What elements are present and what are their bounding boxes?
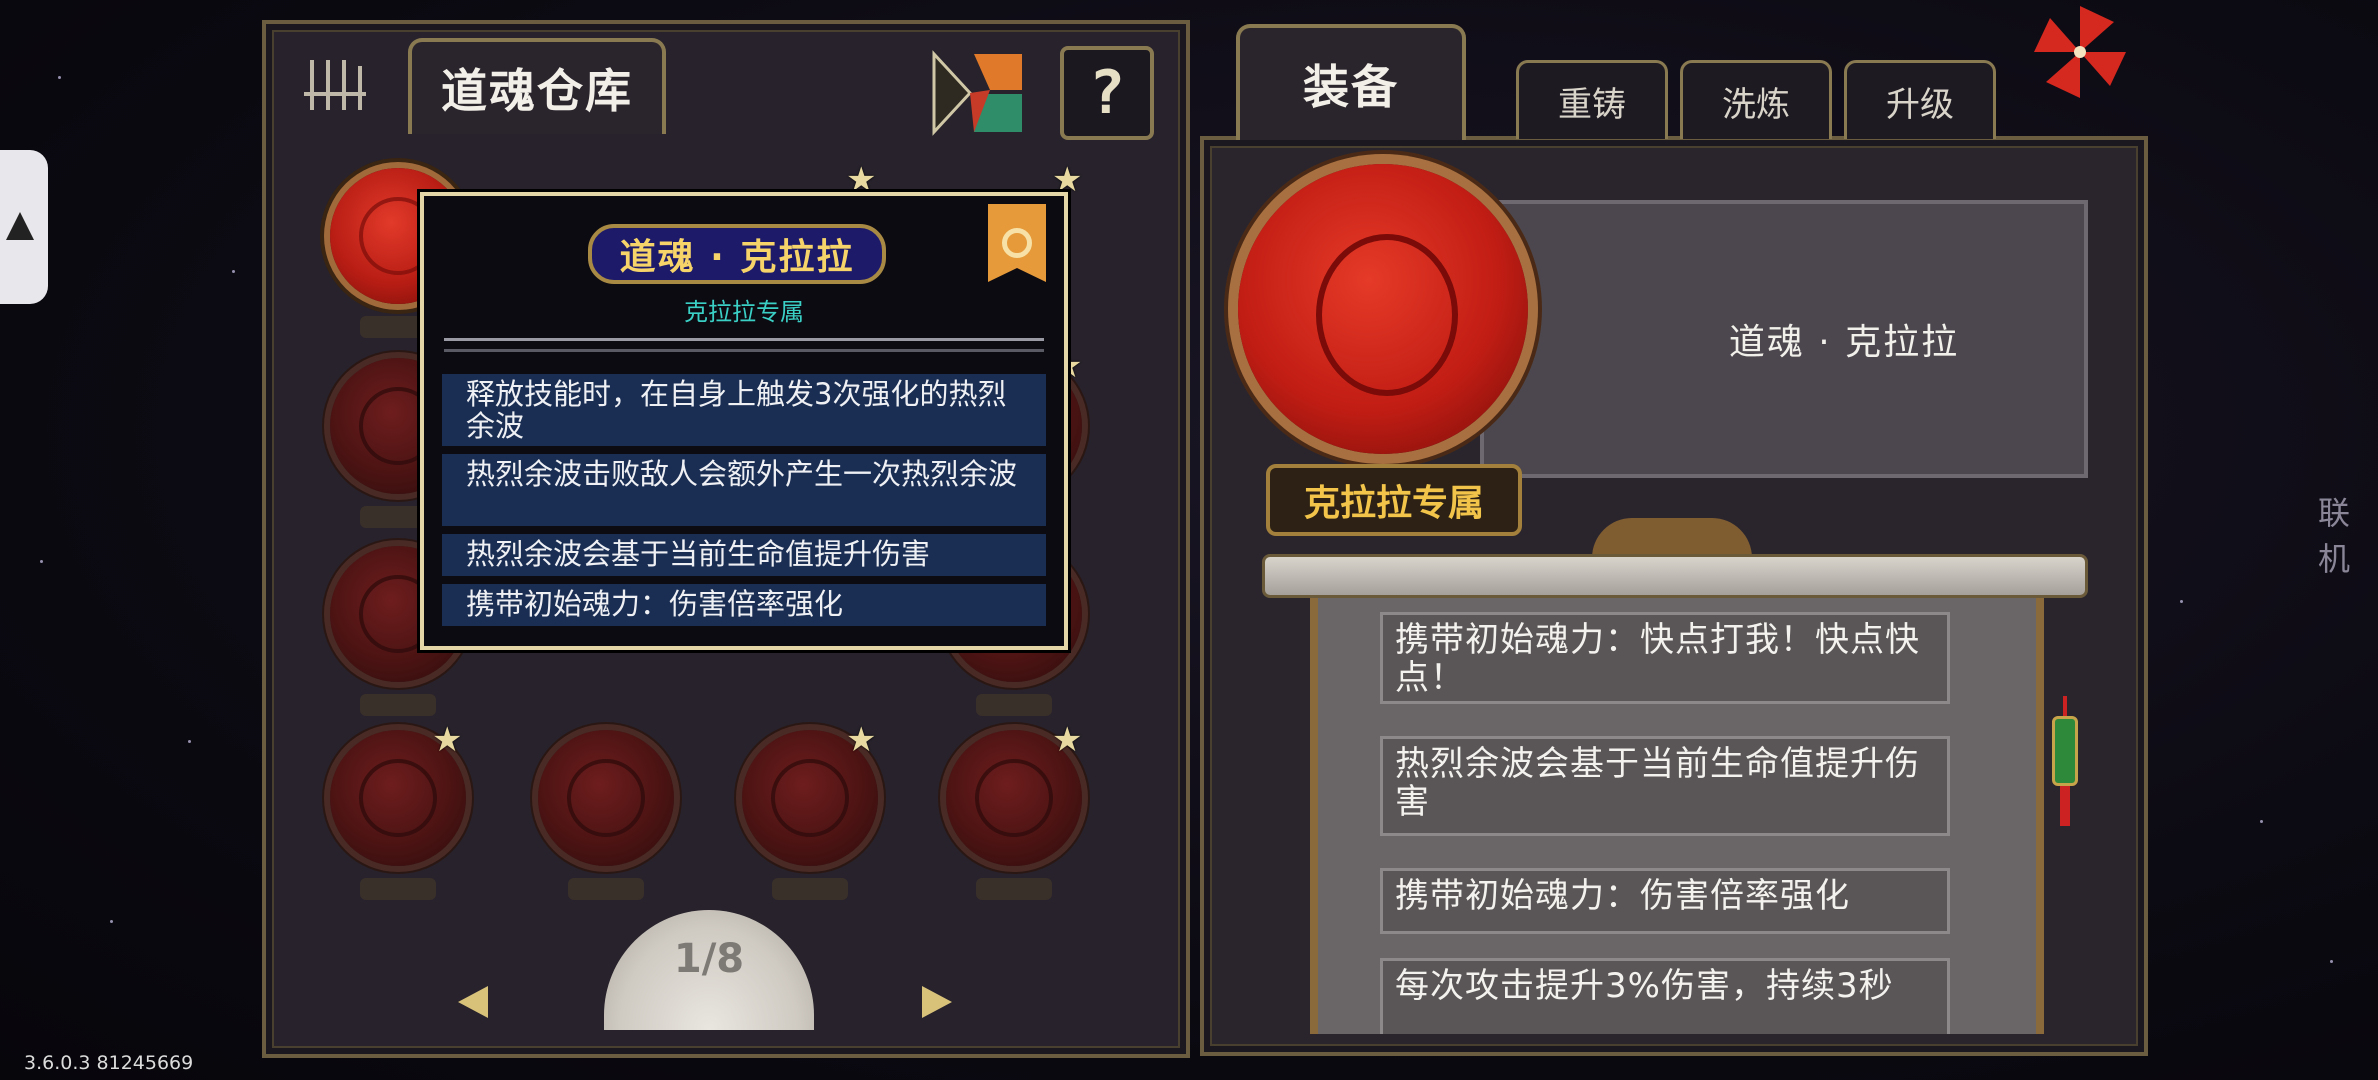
puzzle-icon (932, 50, 1022, 136)
tooltip-subtitle: 克拉拉专属 (684, 298, 804, 326)
tooltip-line: 携带初始魂力：伤害倍率强化 (442, 584, 1046, 626)
tab-upgrade-label: 升级 (1886, 84, 1954, 125)
version-text: 3.6.0.3 81245669 (24, 1052, 194, 1074)
page-indicator: 1/8 (673, 936, 745, 982)
help-icon: ? (1088, 58, 1126, 128)
exclusive-label: 克拉拉专属 (1303, 483, 1484, 524)
puzzle-button[interactable] (930, 50, 1026, 136)
tab-recast[interactable]: 重铸 (1516, 60, 1668, 139)
tooltip-line: 热烈余波击败敌人会额外产生一次热烈余波 (442, 454, 1046, 526)
next-arrow-icon[interactable] (922, 986, 952, 1018)
jade-pendant-icon (2052, 696, 2078, 832)
tab-recast-label: 重铸 (1558, 84, 1626, 125)
effects-scroll[interactable]: 携带初始魂力：快点打我！快点快点！ 热烈余波会基于当前生命值提升伤害 携带初始魂… (1310, 560, 2044, 1034)
item-name-box: 道魂 · 克拉拉 (1480, 200, 2088, 478)
pinwheel-icon[interactable] (2030, 2, 2130, 102)
effect-item: 携带初始魂力：快点打我！快点快点！ (1380, 612, 1950, 704)
effect-item: 热烈余波会基于当前生命值提升伤害 (1380, 736, 1950, 836)
star-icon: ★ (1052, 720, 1083, 760)
tooltip-line: 热烈余波会基于当前生命值提升伤害 (442, 534, 1046, 576)
storage-title-tab: 道魂仓库 (408, 38, 666, 134)
clara-portrait-icon (1316, 234, 1458, 396)
side-multiplayer-label[interactable]: 联机 (2318, 488, 2378, 580)
scroll-rod (1262, 554, 2088, 598)
effect-item: 每次攻击提升3%伤害，持续3秒 (1380, 958, 1950, 1034)
prev-arrow-icon[interactable] (458, 986, 488, 1018)
exclusive-tag: 克拉拉专属 (1266, 464, 1522, 536)
tooltip-title: 道魂 · 克拉拉 (588, 224, 886, 284)
equipped-soul-orb (1238, 164, 1568, 454)
tooltip-line: 释放技能时，在自身上触发3次强化的热烈余波 (442, 374, 1046, 446)
tab-refine-label: 洗炼 (1722, 84, 1790, 125)
tab-equip-label: 装备 (1303, 60, 1399, 114)
item-name: 道魂 · 克拉拉 (1728, 322, 1960, 363)
tab-upgrade[interactable]: 升级 (1844, 60, 1996, 139)
soul-tooltip: 道魂 · 克拉拉 克拉拉专属 释放技能时，在自身上触发3次强化的热烈余波 热烈余… (420, 192, 1068, 650)
tab-equip[interactable]: 装备 (1236, 24, 1466, 140)
help-button[interactable]: ? (1060, 46, 1154, 140)
storage-title: 道魂仓库 (441, 64, 633, 118)
effect-item: 携带初始魂力：伤害倍率强化 (1380, 868, 1950, 934)
tooltip-divider (444, 338, 1044, 352)
weapon-rack-icon (300, 54, 370, 114)
floating-assist-button[interactable] (0, 150, 48, 304)
app-glyph-icon (6, 212, 34, 240)
soul-orb[interactable] (538, 730, 674, 900)
bookmark-badge-icon (988, 204, 1046, 282)
star-icon: ★ (432, 720, 463, 760)
tab-refine[interactable]: 洗炼 (1680, 60, 1832, 139)
star-icon: ★ (846, 720, 877, 760)
